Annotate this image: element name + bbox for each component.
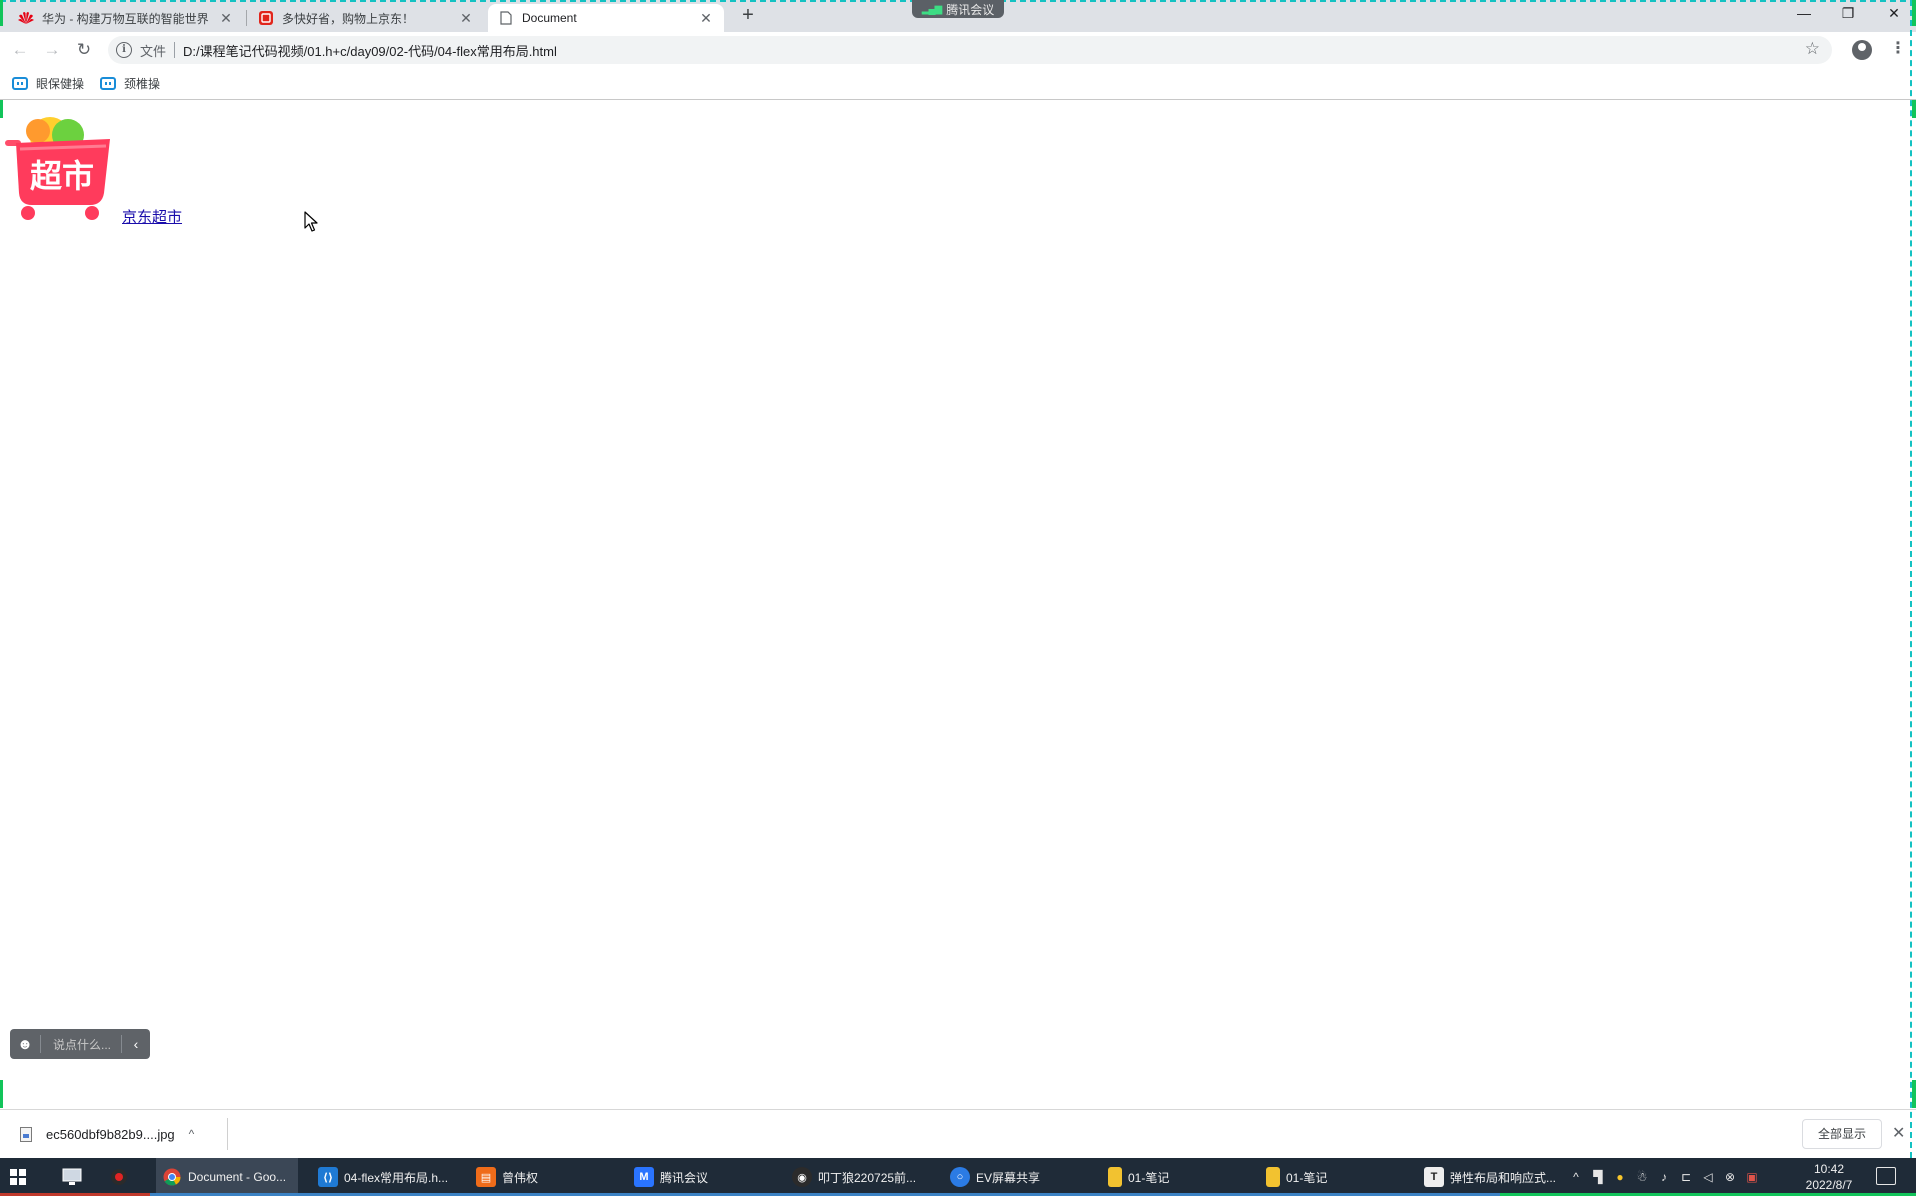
vscode-icon: ⟨⟩: [318, 1167, 338, 1187]
search-icon[interactable]: [62, 1158, 82, 1196]
tencent-meeting-icon: M: [634, 1167, 654, 1187]
restore-button[interactable]: ❐: [1830, 0, 1866, 28]
download-filename: ec560dbf9b82b9....jpg: [46, 1126, 175, 1142]
tab-jd[interactable]: 多快好省，购物上京东！ ✕: [248, 4, 484, 32]
image-file-icon: [20, 1126, 32, 1142]
chat-input[interactable]: 说点什么...: [41, 1036, 121, 1053]
chat-bar[interactable]: ☻ 说点什么... ‹: [10, 1029, 150, 1059]
taskbar-app[interactable]: 01-笔记: [1260, 1158, 1402, 1196]
notification-icon[interactable]: [1876, 1167, 1896, 1185]
reload-button[interactable]: ↻: [72, 38, 96, 62]
taskbar-app[interactable]: 01-笔记: [1102, 1158, 1244, 1196]
bookmark-label: 眼保健操: [36, 77, 85, 91]
jd-supermarket-link[interactable]: 京东超市: [122, 206, 182, 227]
url-text[interactable]: D:/课程笔记代码视频/01.h+c/day09/02-代码/04-flex常用…: [183, 41, 557, 60]
taskbar-label: 叩丁狼220725前...: [818, 1170, 917, 1185]
taskbar: Document - Goo... ⟨⟩ 04-flex常用布局.h... ▤ …: [0, 1158, 1916, 1196]
chevron-up-icon[interactable]: ^: [189, 1127, 195, 1141]
download-item[interactable]: ec560dbf9b82b9....jpg ^: [8, 1118, 228, 1150]
close-icon[interactable]: ✕: [218, 10, 234, 27]
scheme-label: 文件: [140, 43, 167, 59]
taskbar-app[interactable]: T 弹性布局和响应式...: [1418, 1158, 1560, 1196]
chrome-icon: [162, 1167, 182, 1187]
taskbar-app[interactable]: M 腾讯会议: [628, 1158, 770, 1196]
qq-icon[interactable]: ☃: [1634, 1170, 1650, 1184]
close-icon[interactable]: ✕: [458, 10, 474, 27]
smiley-icon[interactable]: ☻: [10, 1036, 40, 1053]
show-all-button[interactable]: 全部显示: [1802, 1119, 1882, 1149]
bookmark-item[interactable]: 眼保健操: [12, 75, 84, 92]
ime-icon[interactable]: ▣: [1744, 1170, 1760, 1184]
clock[interactable]: 10:42 2022/8/7: [1794, 1161, 1864, 1193]
clock-time: 10:42: [1813, 1162, 1845, 1176]
chevron-up-icon[interactable]: ^: [1568, 1170, 1584, 1184]
bilibili-icon: [100, 77, 117, 90]
mouse-cursor-icon: [304, 211, 318, 232]
taskbar-label: 曾伟权: [502, 1170, 539, 1185]
screen: 华为 - 构建万物互联的智能世界 ✕ 多快好省，购物上京东！ ✕ Documen…: [0, 0, 1916, 1196]
meeting-label: 腾讯会议: [946, 2, 995, 17]
bookmark-item[interactable]: 颈椎操: [100, 75, 160, 92]
logo-text: 超市: [30, 157, 94, 195]
folder-icon: [1266, 1167, 1280, 1187]
taskbar-app[interactable]: Document - Goo...: [156, 1158, 298, 1196]
folder-icon: [1108, 1167, 1122, 1187]
tab-title: 多快好省，购物上京东！: [282, 11, 415, 26]
star-icon[interactable]: ☆: [1805, 39, 1820, 59]
meeting-indicator[interactable]: ▂▄▆ 腾讯会议: [912, 0, 1004, 18]
app-tray-icon[interactable]: ▜: [1590, 1170, 1606, 1184]
orange-app-icon: ▤: [476, 1167, 496, 1187]
toolbar: ← → ↻ i 文件 D:/课程笔记代码视频/01.h+c/day09/02-代…: [0, 32, 1916, 68]
network-icon[interactable]: ⊏: [1678, 1170, 1694, 1184]
taskbar-label: Document - Goo...: [188, 1170, 287, 1184]
bilibili-icon: [12, 77, 28, 90]
back-button[interactable]: ←: [8, 38, 32, 62]
address-bar[interactable]: i 文件 D:/课程笔记代码视频/01.h+c/day09/02-代码/04-f…: [108, 36, 1832, 64]
taskbar-label: 弹性布局和响应式...: [1450, 1170, 1557, 1185]
taskbar-label: 腾讯会议: [660, 1170, 709, 1185]
close-icon[interactable]: ✕: [698, 10, 714, 27]
info-icon[interactable]: i: [116, 42, 132, 58]
close-icon[interactable]: ⊗: [1722, 1170, 1738, 1184]
forward-button[interactable]: →: [40, 38, 64, 62]
ev-share-icon: ○: [950, 1167, 970, 1187]
taskbar-app[interactable]: ▤ 曾伟权: [470, 1158, 612, 1196]
tab-huawei[interactable]: 华为 - 构建万物互联的智能世界 ✕: [8, 4, 244, 32]
close-icon[interactable]: ✕: [1892, 1123, 1905, 1143]
new-tab-button[interactable]: +: [736, 4, 760, 28]
microphone-icon[interactable]: ♪: [1656, 1170, 1672, 1184]
taskbar-label: 01-笔记: [1128, 1170, 1170, 1185]
profile-icon[interactable]: [1852, 40, 1872, 60]
tab-document[interactable]: Document ✕: [488, 4, 724, 32]
signal-icon: ▂▄▆: [921, 3, 942, 15]
typora-icon: T: [1424, 1167, 1444, 1187]
volume-icon[interactable]: ◁: [1700, 1170, 1716, 1184]
windows-start-icon[interactable]: [10, 1158, 26, 1196]
tab-title: 华为 - 构建万物互联的智能世界: [42, 11, 209, 26]
page-viewport: 超市 京东超市 ☻ 说点什么... ‹: [0, 101, 1912, 1109]
taskbar-label: 01-笔记: [1286, 1170, 1328, 1185]
bookmark-label: 颈椎操: [124, 77, 161, 91]
document-icon: [498, 10, 514, 26]
menu-icon[interactable]: ⋮: [1890, 38, 1906, 62]
taskbar-app[interactable]: ○ EV屏幕共享: [944, 1158, 1086, 1196]
chevron-left-icon[interactable]: ‹: [122, 1036, 150, 1052]
supermarket-logo: 超市: [5, 117, 110, 220]
huawei-icon: [18, 10, 34, 26]
tab-title: Document: [522, 11, 577, 25]
download-shelf: ec560dbf9b82b9....jpg ^ 全部显示 ✕: [0, 1109, 1916, 1158]
jd-icon: [258, 10, 274, 26]
taskbar-app[interactable]: ⟨⟩ 04-flex常用布局.h...: [312, 1158, 454, 1196]
minimize-button[interactable]: —: [1786, 0, 1822, 28]
taskbar-app[interactable]: ◉ 叩丁狼220725前...: [786, 1158, 928, 1196]
system-tray: ^ ▜ ● ☃ ♪ ⊏ ◁ ⊗ ▣: [1568, 1158, 1760, 1196]
clock-date: 2022/8/7: [1805, 1178, 1853, 1192]
status-icon[interactable]: ●: [1612, 1170, 1628, 1184]
recorder-icon[interactable]: [110, 1158, 128, 1196]
taskbar-label: 04-flex常用布局.h...: [344, 1170, 449, 1185]
bookmarks-bar: 眼保健操 颈椎操: [0, 68, 1916, 100]
close-window-button[interactable]: ✕: [1876, 0, 1912, 28]
taskbar-label: EV屏幕共享: [976, 1170, 1041, 1185]
wolf-icon: ◉: [792, 1167, 812, 1187]
